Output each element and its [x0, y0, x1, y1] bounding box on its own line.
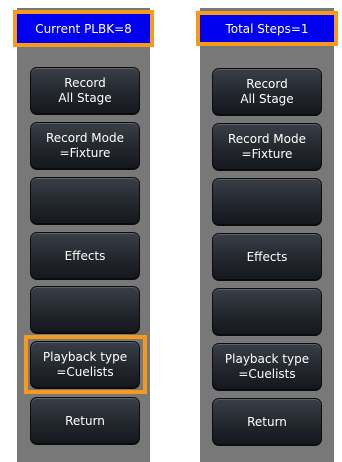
- button-label-line2: All Stage: [58, 91, 112, 105]
- effects-button[interactable]: Effects: [212, 233, 322, 281]
- record-all-stage-button[interactable]: Record All Stage: [212, 68, 322, 116]
- playback-type-button[interactable]: Playback type =Cuelists: [30, 341, 140, 389]
- button-label-line1: Record: [246, 77, 288, 91]
- button-label-line1: Return: [247, 414, 287, 429]
- record-mode-button[interactable]: Record Mode =Fixture: [30, 122, 140, 170]
- playback-type-button[interactable]: Playback type =Cuelists: [212, 343, 322, 391]
- blank-button-2[interactable]: [212, 288, 322, 336]
- button-label-line2: =Fixture: [241, 147, 293, 161]
- current-plbk-label: Current PLBK=8: [35, 21, 132, 36]
- button-label-line1: Playback type: [42, 350, 128, 364]
- button-label-line1: Record: [64, 76, 106, 90]
- record-mode-button[interactable]: Record Mode =Fixture: [212, 123, 322, 171]
- button-label-line1: Effects: [246, 249, 288, 264]
- total-steps-label: Total Steps=1: [225, 21, 309, 36]
- button-label-line1: Record Mode: [228, 132, 306, 146]
- record-all-stage-button[interactable]: Record All Stage: [30, 67, 140, 115]
- button-label-line2: =Cuelists: [56, 365, 114, 379]
- button-label-line1: Record Mode: [46, 131, 124, 145]
- blank-button-1[interactable]: [30, 177, 140, 225]
- button-label-line1: Playback type: [224, 352, 310, 366]
- button-label-line2: =Fixture: [59, 146, 111, 160]
- current-plbk-header: Current PLBK=8: [13, 10, 154, 47]
- button-label-line2: All Stage: [240, 92, 294, 106]
- blank-button-2[interactable]: [30, 286, 140, 334]
- return-button[interactable]: Return: [30, 397, 140, 445]
- return-button[interactable]: Return: [212, 398, 322, 446]
- total-steps-header: Total Steps=1: [196, 11, 338, 46]
- button-label-line2: =Cuelists: [238, 367, 296, 381]
- button-label-line1: Return: [65, 413, 105, 428]
- blank-button-1[interactable]: [212, 178, 322, 226]
- effects-button[interactable]: Effects: [30, 232, 140, 280]
- button-label-line1: Effects: [64, 248, 106, 263]
